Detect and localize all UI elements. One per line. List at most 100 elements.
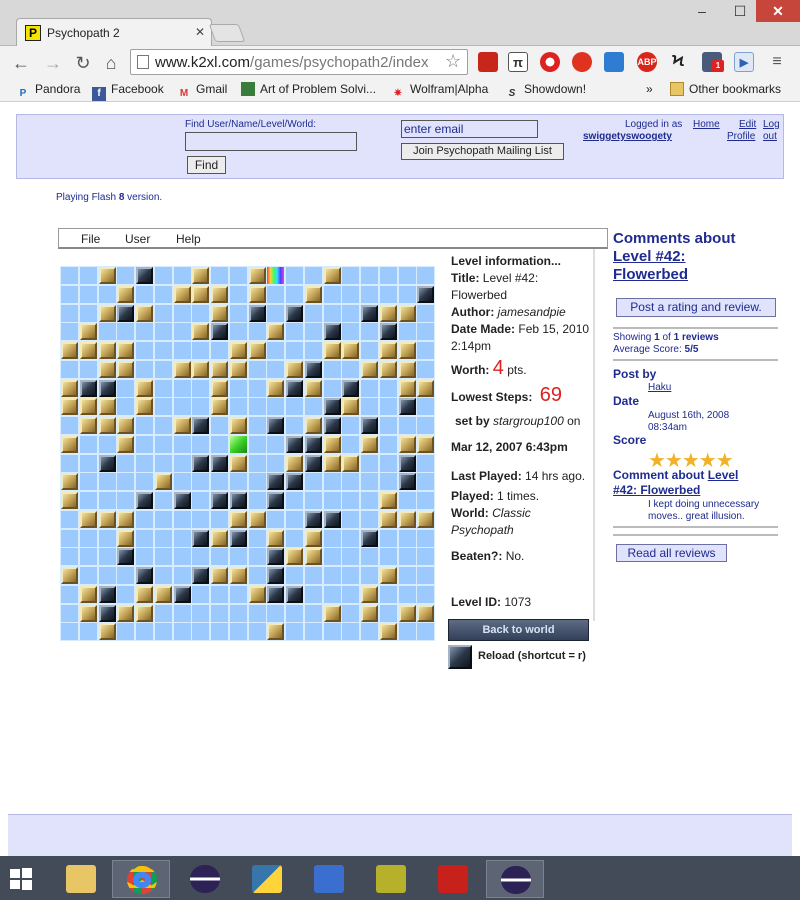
- dark-block: [286, 305, 303, 322]
- empty-cell: [249, 473, 266, 490]
- game-board[interactable]: [60, 266, 435, 641]
- maximize-button[interactable]: ☐: [724, 0, 756, 22]
- tan-block: [211, 567, 228, 584]
- empty-cell: [342, 548, 359, 565]
- chrome-icon[interactable]: [112, 860, 170, 898]
- empty-cell: [174, 305, 191, 322]
- address-url[interactable]: www.k2xl.com/games/psychopath2/index: [155, 54, 441, 71]
- minimize-button[interactable]: –: [680, 0, 724, 22]
- window-icon[interactable]: [604, 52, 624, 72]
- bookmark-facebook[interactable]: f Facebook: [92, 82, 164, 101]
- back-arrow-icon[interactable]: ←: [10, 52, 32, 74]
- tan-block: [267, 380, 284, 397]
- other-bookmarks[interactable]: Other bookmarks: [670, 82, 781, 96]
- level-date: Date Made: Feb 15, 2010: [451, 322, 590, 336]
- empty-cell: [286, 417, 303, 434]
- eclipse-icon[interactable]: [486, 860, 544, 898]
- bookmark-star-icon[interactable]: ☆: [445, 51, 461, 72]
- address-bar[interactable]: www.k2xl.com/games/psychopath2/index ☆: [130, 49, 468, 75]
- edit-link[interactable]: Edit: [739, 119, 756, 130]
- dark-block: [361, 305, 378, 322]
- bookmark-pandora[interactable]: P Pandora: [16, 82, 81, 101]
- level-link[interactable]: Level #42:: [613, 248, 686, 265]
- empty-cell: [361, 455, 378, 472]
- eclipse-icon[interactable]: [176, 860, 234, 898]
- empty-cell: [136, 436, 153, 453]
- read-all-reviews-button[interactable]: Read all reviews: [616, 544, 727, 562]
- empty-cell: [117, 398, 134, 415]
- level-link-cont[interactable]: Flowerbed: [613, 266, 688, 283]
- empty-cell: [230, 623, 247, 640]
- search-input[interactable]: [185, 132, 357, 151]
- file-explorer-icon[interactable]: [52, 860, 110, 898]
- username-link[interactable]: swiggetyswoogety: [583, 131, 672, 142]
- bookmarks-overflow-button[interactable]: »: [646, 82, 653, 96]
- new-tab-button[interactable]: [208, 24, 246, 42]
- bookmark-aops[interactable]: Art of Problem Solvi...: [241, 82, 376, 96]
- tan-block: [286, 455, 303, 472]
- bookmark-gmail[interactable]: M Gmail: [177, 82, 228, 101]
- play-icon[interactable]: ▶: [734, 52, 754, 72]
- notifications-icon[interactable]: 1: [702, 52, 724, 72]
- find-button[interactable]: Find: [187, 156, 226, 174]
- back-to-world-button[interactable]: Back to world: [448, 619, 589, 641]
- taskbar: [0, 856, 800, 900]
- empty-cell: [61, 623, 78, 640]
- log-link[interactable]: Log: [763, 119, 780, 130]
- reload-level-icon[interactable]: [448, 645, 472, 669]
- network-icon[interactable]: [300, 860, 358, 898]
- join-mailing-list-button[interactable]: Join Psychopath Mailing List: [401, 143, 564, 160]
- python-icon[interactable]: [238, 860, 296, 898]
- menu-user[interactable]: User: [125, 232, 150, 246]
- texmaker-icon[interactable]: [362, 860, 420, 898]
- tab-close-icon[interactable]: ✕: [195, 25, 205, 39]
- reload-icon[interactable]: ↻: [72, 52, 94, 74]
- empty-cell: [305, 567, 322, 584]
- empty-cell: [192, 380, 209, 397]
- chrome-menu-icon[interactable]: ≡: [766, 52, 788, 72]
- tan-block: [249, 511, 266, 528]
- comment-level-link-cont[interactable]: #42: Flowerbed: [613, 483, 700, 497]
- pi-icon[interactable]: π: [508, 52, 528, 72]
- bookmark-wolfram[interactable]: ✷ Wolfram|Alpha: [391, 82, 488, 101]
- bookmark-showdown[interactable]: S Showdown!: [505, 82, 586, 101]
- menu-help[interactable]: Help: [176, 232, 201, 246]
- empty-cell: [136, 417, 153, 434]
- tan-block: [305, 417, 322, 434]
- empty-cell: [136, 548, 153, 565]
- empty-cell: [249, 530, 266, 547]
- tan-block: [99, 361, 116, 378]
- empty-cell: [305, 305, 322, 322]
- tan-block: [99, 623, 116, 640]
- empty-cell: [417, 361, 434, 378]
- home-link[interactable]: Home: [693, 119, 720, 130]
- dark-block: [136, 567, 153, 584]
- empty-cell: [80, 436, 97, 453]
- reviewer-link[interactable]: Haku: [648, 382, 671, 393]
- post-review-button[interactable]: Post a rating and review.: [616, 298, 776, 317]
- tan-block: [399, 511, 416, 528]
- menu-file[interactable]: File: [81, 232, 100, 246]
- empty-cell: [380, 417, 397, 434]
- profile-link[interactable]: Profile: [727, 131, 755, 142]
- empty-cell: [230, 323, 247, 340]
- s-icon[interactable]: Ϟ: [668, 52, 688, 72]
- book-icon[interactable]: [478, 52, 498, 72]
- tab-psychopath[interactable]: P Psychopath 2 ✕: [16, 18, 212, 46]
- gear-burst-icon[interactable]: [572, 52, 592, 72]
- tan-block: [305, 530, 322, 547]
- acrobat-icon[interactable]: [424, 860, 482, 898]
- logout-link[interactable]: out: [763, 131, 777, 142]
- empty-cell: [249, 436, 266, 453]
- comment-level-link[interactable]: Level: [708, 468, 739, 482]
- empty-cell: [155, 567, 172, 584]
- adblock-icon[interactable]: ABP: [637, 52, 657, 72]
- empty-cell: [117, 380, 134, 397]
- home-icon[interactable]: ⌂: [100, 52, 122, 74]
- pokeball-icon[interactable]: [540, 52, 560, 72]
- dark-block: [417, 286, 434, 303]
- forward-arrow-icon[interactable]: →: [42, 52, 64, 74]
- email-field[interactable]: enter email: [401, 120, 538, 138]
- close-window-button[interactable]: ✕: [756, 0, 800, 22]
- start-icon[interactable]: [10, 868, 32, 890]
